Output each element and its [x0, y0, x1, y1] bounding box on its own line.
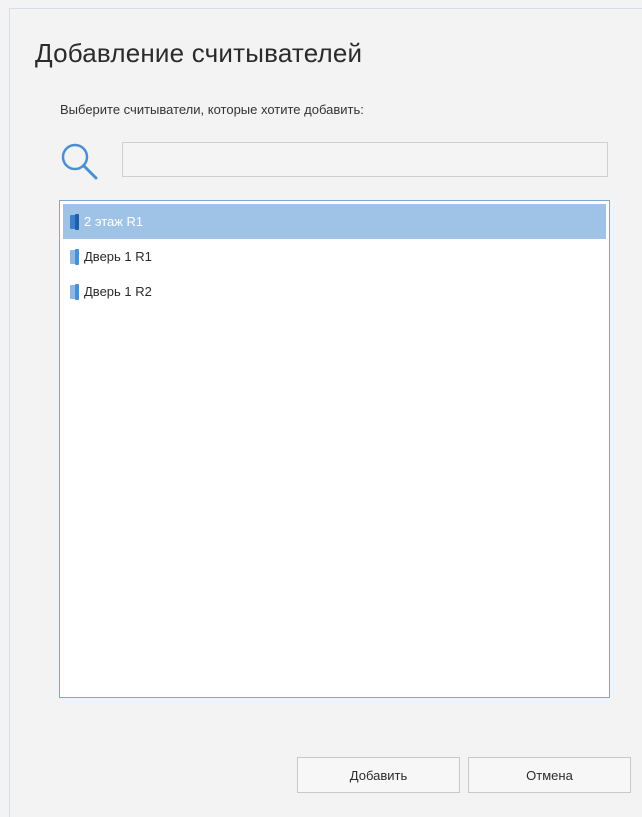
list-item-label: Дверь 1 R1: [84, 249, 152, 264]
dialog-top-border: [9, 8, 642, 9]
instruction-label: Выберите считыватели, которые хотите доб…: [60, 102, 364, 117]
cancel-button[interactable]: Отмена: [468, 757, 631, 793]
list-item[interactable]: 2 этаж R1: [63, 204, 606, 239]
add-readers-dialog: Добавление считывателей Выберите считыва…: [0, 0, 642, 817]
search-input[interactable]: [122, 142, 608, 177]
list-item[interactable]: Дверь 1 R2: [63, 274, 606, 309]
reader-icon: [70, 248, 79, 265]
add-button[interactable]: Добавить: [297, 757, 460, 793]
reader-icon: [70, 213, 79, 230]
list-item-label: 2 этаж R1: [84, 214, 144, 229]
reader-icon: [70, 283, 79, 300]
dialog-title: Добавление считывателей: [35, 38, 363, 68]
dialog-left-border: [9, 8, 10, 817]
readers-list: 2 этаж R1 Дверь 1 R1 Дверь 1 R2: [59, 200, 610, 698]
list-item-label: Дверь 1 R2: [84, 284, 152, 299]
search-icon: [61, 143, 98, 180]
list-item[interactable]: Дверь 1 R1: [63, 239, 606, 274]
